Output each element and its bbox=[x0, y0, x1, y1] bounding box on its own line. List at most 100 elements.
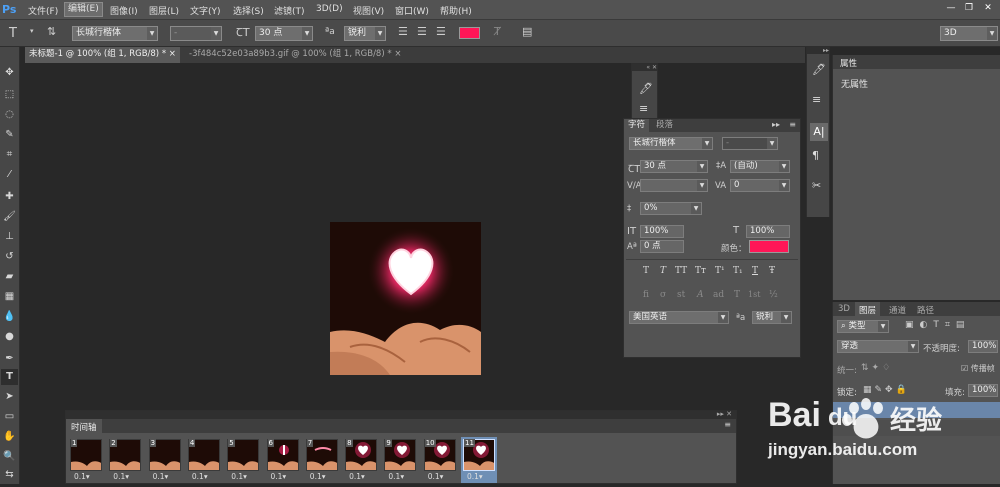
tab-3d[interactable]: 3D bbox=[838, 304, 850, 314]
gradient-tool-icon[interactable]: ▦ bbox=[1, 289, 18, 305]
history-icon[interactable]: 🖊 bbox=[812, 63, 826, 76]
timeline-frame[interactable]: 7 0.1▾ bbox=[304, 437, 340, 483]
frame-delay-select[interactable]: 0.1▾ bbox=[349, 472, 365, 481]
opacity-field[interactable]: 100% bbox=[968, 340, 998, 353]
timeline-frame[interactable]: 5 0.1▾ bbox=[225, 437, 261, 483]
panel-menu-icon[interactable]: ≡ bbox=[724, 420, 731, 429]
unify-icons[interactable]: ⇅✦♢ bbox=[861, 363, 893, 373]
eraser-tool-icon[interactable]: ▰ bbox=[1, 269, 18, 285]
eyedropper-icon[interactable]: ⁄ bbox=[1, 167, 18, 183]
char-kerning-field[interactable]: ▼ bbox=[640, 179, 708, 192]
dodge-tool-icon[interactable]: ● bbox=[1, 329, 18, 345]
type-tool-icon[interactable]: T bbox=[1, 369, 18, 385]
text-color-swatch[interactable] bbox=[459, 27, 480, 39]
orientation-toggle-icon[interactable]: ⇅ bbox=[47, 25, 56, 38]
minimize-icon[interactable]: — bbox=[944, 2, 958, 14]
old-style-icon[interactable]: σ bbox=[660, 290, 666, 300]
align-right-icon[interactable]: ☰ bbox=[436, 25, 446, 38]
move-tool-icon[interactable]: ✥ bbox=[1, 65, 18, 81]
menu-window[interactable]: 窗口(W) bbox=[395, 4, 429, 17]
lock-icons[interactable]: ▦✎✥🔒 bbox=[863, 385, 910, 395]
swap-colors-icon[interactable]: ⇆ bbox=[1, 467, 18, 483]
actions-panel-icon[interactable]: ≡ bbox=[639, 102, 648, 115]
timeline-frame[interactable]: 2 0.1▾ bbox=[107, 437, 143, 483]
frame-delay-select[interactable]: 0.1▾ bbox=[271, 472, 287, 481]
titling-icon[interactable]: T bbox=[734, 290, 740, 300]
menu-3d[interactable]: 3D(D) bbox=[316, 4, 343, 14]
underline-icon[interactable]: T bbox=[752, 266, 758, 276]
char-font-style-select[interactable]: - ▼ bbox=[722, 137, 778, 150]
layer-filter-select[interactable]: ⌕ 类型 ▼ bbox=[837, 320, 889, 333]
char-vscale-field[interactable]: 100% bbox=[640, 225, 684, 238]
font-style-select[interactable]: - ▼ bbox=[170, 26, 222, 41]
char-tracking-field[interactable]: 0 ▼ bbox=[730, 179, 790, 192]
frame-delay-select[interactable]: 0.1▾ bbox=[231, 472, 247, 481]
propagate-checkbox[interactable]: ☑ 传播帧 bbox=[961, 363, 995, 374]
lasso-tool-icon[interactable]: ◌ bbox=[1, 107, 18, 123]
discretionary-ligatures-icon[interactable]: st bbox=[677, 290, 685, 300]
menu-layer[interactable]: 图层(L) bbox=[149, 4, 179, 17]
timeline-frame[interactable]: 4 0.1▾ bbox=[186, 437, 222, 483]
menu-help[interactable]: 帮助(H) bbox=[440, 4, 472, 17]
filter-icons[interactable]: ▣◐T⌗▤ bbox=[905, 320, 970, 330]
character-panel-icon[interactable]: A| bbox=[810, 123, 828, 141]
crop-tool-icon[interactable]: ⌗ bbox=[1, 147, 18, 163]
subscript-icon[interactable]: T₁ bbox=[733, 266, 743, 276]
timeline-frame[interactable]: 3 0.1▾ bbox=[147, 437, 183, 483]
fractions-icon[interactable]: ½ bbox=[769, 290, 778, 300]
small-caps-icon[interactable]: Tт bbox=[695, 266, 706, 276]
shape-tool-icon[interactable]: ▭ bbox=[1, 409, 18, 425]
dock-collapse-icon[interactable]: « ✕ bbox=[632, 64, 657, 71]
tab-paragraph[interactable]: 段落 bbox=[652, 119, 677, 132]
menu-filter[interactable]: 滤镜(T) bbox=[274, 4, 305, 17]
warp-text-icon[interactable]: Ⱦ bbox=[494, 25, 501, 38]
path-select-icon[interactable]: ➤ bbox=[1, 389, 18, 405]
tab-character[interactable]: 字符 bbox=[624, 119, 650, 132]
timeline-frame[interactable]: 8 0.1▾ bbox=[343, 437, 379, 483]
menu-select[interactable]: 选择(S) bbox=[233, 4, 264, 17]
brush-tool-icon[interactable]: 🖌 bbox=[1, 209, 18, 225]
panel-menu-icon[interactable]: ≡ bbox=[789, 120, 796, 129]
tab-channels[interactable]: 通道 bbox=[889, 304, 906, 316]
menu-view[interactable]: 视图(V) bbox=[353, 4, 384, 17]
tab-timeline[interactable]: 时间轴 bbox=[66, 419, 102, 433]
ligatures-icon[interactable]: fi bbox=[643, 290, 649, 300]
frame-delay-select[interactable]: 0.1▾ bbox=[192, 472, 208, 481]
char-hscale-field[interactable]: 100% bbox=[746, 225, 790, 238]
timeline-frame[interactable]: 10 0.1▾ bbox=[422, 437, 458, 483]
marquee-tool-icon[interactable]: ⬚ bbox=[1, 87, 18, 103]
blend-mode-select[interactable]: 穿透 ▼ bbox=[837, 340, 919, 353]
superscript-icon[interactable]: T¹ bbox=[715, 266, 725, 276]
restore-icon[interactable]: ❐ bbox=[962, 2, 976, 14]
antialias-select[interactable]: 锐利 ▼ bbox=[344, 26, 386, 41]
tab-untitled-1[interactable]: 未标题-1 @ 100% (组 1, RGB/8) * × bbox=[25, 47, 180, 63]
close-icon[interactable]: ✕ bbox=[981, 2, 995, 14]
char-color-swatch[interactable] bbox=[749, 240, 789, 253]
type-tool-icon[interactable]: T bbox=[9, 26, 17, 41]
timeline-frame[interactable]: 1 0.1▾ bbox=[68, 437, 104, 483]
close-tab-icon[interactable]: × bbox=[394, 49, 401, 59]
frame-delay-select[interactable]: 0.1▾ bbox=[74, 472, 90, 481]
chevron-down-icon[interactable]: ▾ bbox=[30, 27, 34, 35]
char-antialias-select[interactable]: 锐利 ▼ bbox=[752, 311, 792, 324]
frame-delay-select[interactable]: 0.1▾ bbox=[310, 472, 326, 481]
tools-preset-icon[interactable]: ✂ bbox=[812, 179, 821, 192]
char-tsume-field[interactable]: 0% ▼ bbox=[640, 202, 702, 215]
hand-tool-icon[interactable]: ✋ bbox=[1, 429, 18, 445]
actions-icon[interactable]: ≡ bbox=[812, 93, 821, 106]
frame-delay-select[interactable]: 0.1▾ bbox=[388, 472, 404, 481]
char-font-family-select[interactable]: 长城行楷体 ▼ bbox=[629, 137, 713, 150]
close-tab-icon[interactable]: × bbox=[169, 49, 176, 59]
paragraph-panel-icon[interactable]: ¶ bbox=[812, 149, 819, 162]
zoom-tool-icon[interactable]: 🔍 bbox=[1, 449, 18, 465]
strikethrough-icon[interactable]: Ŧ bbox=[769, 266, 775, 276]
font-family-select[interactable]: 长城行楷体 ▼ bbox=[72, 26, 158, 41]
menu-image[interactable]: 图像(I) bbox=[110, 4, 138, 17]
properties-title[interactable]: 属性 bbox=[840, 57, 857, 69]
expand-icon[interactable]: ▸▸ bbox=[772, 120, 780, 129]
canvas-image[interactable] bbox=[330, 222, 481, 375]
tab-paths[interactable]: 路径 bbox=[917, 304, 934, 316]
frame-delay-select[interactable]: 0.1▾ bbox=[428, 472, 444, 481]
tab-gif-file[interactable]: -3f484c52e03a89b3.gif @ 100% (组 1, RGB/8… bbox=[185, 47, 405, 63]
history-panel-icon[interactable]: 🖊 bbox=[639, 82, 653, 95]
